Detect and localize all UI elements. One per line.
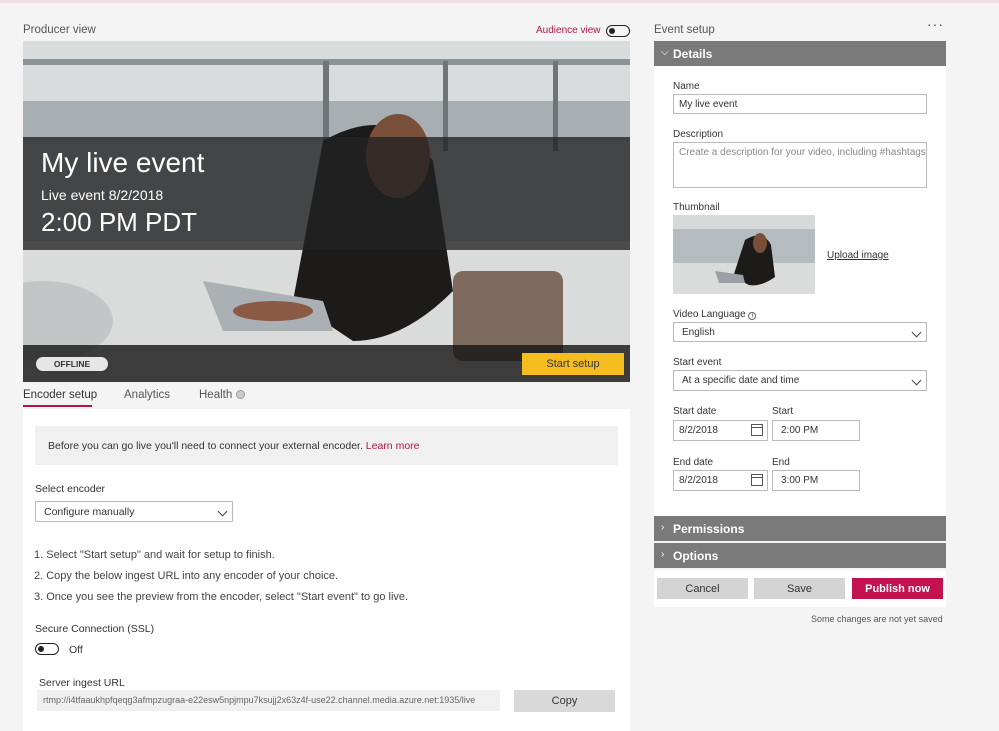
start-date-value: 8/2/2018 bbox=[679, 425, 718, 436]
start-date-field[interactable]: 8/2/2018 bbox=[673, 420, 768, 441]
toggle-knob bbox=[38, 645, 44, 652]
server-ingest-url-field[interactable]: rtmp://i4tfaaukhpfqeqg3afmpzugraa-e22esw… bbox=[37, 690, 500, 711]
tab-encoder-setup[interactable]: Encoder setup bbox=[23, 389, 97, 401]
description-field[interactable]: Create a description for your video, inc… bbox=[673, 142, 927, 188]
chevron-right-icon: › bbox=[661, 522, 665, 533]
event-subtitle: Live event 8/2/2018 bbox=[41, 187, 164, 203]
audience-view-toggle[interactable] bbox=[606, 25, 630, 37]
encoder-setup-panel: Before you can go live you'll need to co… bbox=[23, 409, 630, 731]
start-time-field[interactable]: 2:00 PM bbox=[772, 420, 860, 441]
permissions-header-label: Permissions bbox=[673, 522, 745, 536]
encoder-select-value: Configure manually bbox=[44, 506, 135, 518]
event-title-overlay: My live event Live event 8/2/2018 2:00 P… bbox=[23, 137, 630, 250]
thumbnail-image bbox=[673, 215, 815, 294]
step-item: 1. Select "Start setup" and wait for set… bbox=[34, 549, 275, 561]
ssl-label: Secure Connection (SSL) bbox=[35, 623, 155, 635]
description-label: Description bbox=[673, 129, 724, 140]
encoder-select[interactable]: Configure manually bbox=[35, 501, 233, 522]
video-language-select[interactable]: English bbox=[673, 322, 927, 342]
video-preview: My live event Live event 8/2/2018 2:00 P… bbox=[23, 41, 630, 382]
chevron-down-icon: ⌵ bbox=[661, 47, 669, 58]
chevron-down-icon bbox=[911, 375, 922, 386]
tab-health-label: Health bbox=[199, 389, 233, 401]
start-event-label: Start event bbox=[673, 357, 722, 368]
publish-now-button[interactable]: Publish now bbox=[852, 578, 943, 599]
end-date-label: End date bbox=[673, 457, 714, 468]
chevron-down-icon bbox=[911, 327, 922, 338]
chevron-down-icon bbox=[217, 506, 228, 517]
learn-more-link[interactable]: Learn more bbox=[366, 440, 420, 452]
info-icon[interactable]: i bbox=[748, 312, 757, 320]
select-encoder-label: Select encoder bbox=[35, 483, 106, 495]
ssl-state: Off bbox=[69, 644, 83, 656]
start-date-label: Start date bbox=[673, 406, 717, 417]
unsaved-changes-note: Some changes are not yet saved bbox=[811, 614, 943, 624]
end-time-field[interactable]: 3:00 PM bbox=[772, 470, 860, 491]
permissions-section-header[interactable]: › Permissions bbox=[654, 516, 946, 541]
step-item: 2. Copy the below ingest URL into any en… bbox=[34, 570, 339, 582]
calendar-icon[interactable] bbox=[751, 474, 763, 486]
thumbnail-label: Thumbnail bbox=[673, 202, 720, 213]
chevron-right-icon: › bbox=[661, 549, 665, 560]
video-language-text: Video Language bbox=[673, 309, 746, 320]
encoder-notice: Before you can go live you'll need to co… bbox=[35, 426, 618, 465]
ssl-toggle[interactable] bbox=[35, 643, 59, 655]
start-event-value: At a specific date and time bbox=[682, 375, 800, 386]
audience-view-label: Audience view bbox=[536, 25, 601, 36]
active-tab-indicator bbox=[23, 405, 92, 407]
video-control-bar: OFFLINE Start setup bbox=[23, 345, 630, 382]
thumbnail-photo bbox=[673, 215, 815, 294]
tab-analytics[interactable]: Analytics bbox=[124, 389, 170, 401]
details-header-label: Details bbox=[673, 47, 713, 61]
video-language-value: English bbox=[682, 327, 715, 338]
event-title: My live event bbox=[41, 147, 205, 178]
video-language-label: Video Language i bbox=[673, 309, 757, 320]
name-label: Name bbox=[673, 81, 700, 92]
details-section: Name My live event Description Create a … bbox=[654, 66, 946, 517]
details-section-header[interactable]: ⌵ Details bbox=[654, 41, 946, 66]
top-accent-line bbox=[0, 0, 999, 3]
upload-image-link[interactable]: Upload image bbox=[827, 250, 889, 261]
options-section-header[interactable]: › Options bbox=[654, 543, 946, 568]
toggle-knob bbox=[609, 27, 615, 34]
options-header-label: Options bbox=[673, 549, 719, 563]
setup-steps-list: 1. Select "Start setup" and wait for set… bbox=[34, 549, 408, 612]
name-field[interactable]: My live event bbox=[673, 94, 927, 114]
tab-health[interactable]: Health bbox=[199, 389, 246, 401]
step-item: 3. Once you see the preview from the enc… bbox=[34, 591, 409, 603]
copy-url-button[interactable]: Copy bbox=[514, 690, 615, 712]
calendar-icon[interactable] bbox=[751, 424, 763, 436]
start-event-select[interactable]: At a specific date and time bbox=[673, 370, 927, 391]
producer-view-title: Producer view bbox=[23, 24, 96, 36]
notice-text: Before you can go live you'll need to co… bbox=[48, 440, 363, 452]
event-time: 2:00 PM PDT bbox=[41, 207, 198, 237]
health-status-icon bbox=[236, 390, 246, 399]
end-time-label: End bbox=[772, 457, 790, 468]
start-time-label: Start bbox=[772, 406, 794, 417]
action-bar: Cancel Save Publish now bbox=[654, 570, 946, 607]
cancel-button[interactable]: Cancel bbox=[657, 578, 748, 599]
event-setup-title: Event setup bbox=[654, 24, 715, 36]
status-badge: OFFLINE bbox=[36, 357, 108, 371]
save-button[interactable]: Save bbox=[754, 578, 845, 599]
end-date-field[interactable]: 8/2/2018 bbox=[673, 470, 768, 491]
start-setup-button[interactable]: Start setup bbox=[522, 353, 624, 375]
more-options-icon[interactable]: ··· bbox=[927, 16, 944, 32]
end-date-value: 8/2/2018 bbox=[679, 475, 718, 486]
server-ingest-url-label: Server ingest URL bbox=[39, 677, 125, 689]
